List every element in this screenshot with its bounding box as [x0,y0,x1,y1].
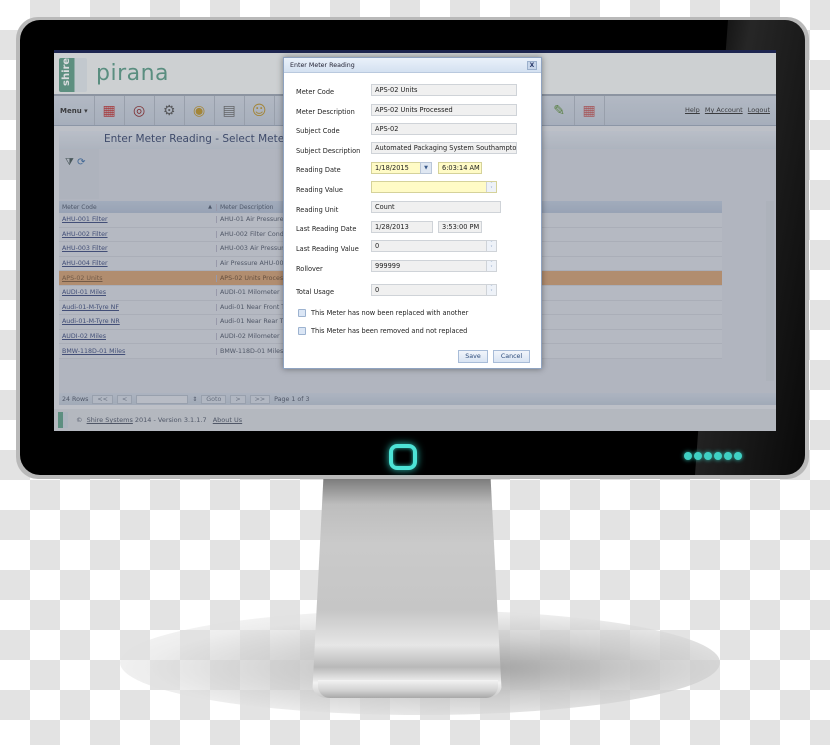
save-button[interactable]: Save [458,350,488,363]
last-reading-value-spinner[interactable]: ˄ ˅ [486,241,496,251]
last-reading-date-field: 1/28/2013 [371,221,433,233]
subject-description-label: Subject Description [296,147,361,155]
reading-unit-field: Count [371,201,501,213]
total-usage-field: 0 ˄ ˅ [371,284,497,296]
rollover-field: 999999 ˄ ˅ [371,260,497,272]
rollover-label: Rollover [296,265,323,273]
removed-checkbox-row[interactable]: This Meter has been removed and not repl… [298,327,467,335]
monitor-power-button[interactable] [389,444,417,470]
last-reading-value-field: 0 ˄ ˅ [371,240,497,252]
monitor-stand [312,478,502,698]
date-picker-dropdown-icon[interactable]: ▼ [420,162,432,174]
reading-value-spinner[interactable]: ˄ ˅ [486,182,496,192]
total-usage-text: 0 [375,286,380,294]
status-leds [684,452,742,460]
led-icon [704,452,712,460]
meter-description-label: Meter Description [296,108,355,116]
monitor-stand-base [318,680,498,698]
removed-checkbox[interactable] [298,327,306,335]
removed-checkbox-label: This Meter has been removed and not repl… [311,327,468,335]
led-icon [734,452,742,460]
meter-code-field: APS-02 Units [371,84,517,96]
total-usage-spinner[interactable]: ˄ ˅ [486,285,496,295]
led-icon [724,452,732,460]
close-icon[interactable]: X [527,61,537,70]
meter-description-field: APS-02 Units Processed [371,104,517,116]
rollover-spinner[interactable]: ˄ ˅ [486,261,496,271]
last-reading-time-field: 3:53:00 PM [438,221,482,233]
replaced-checkbox-row[interactable]: This Meter has now been replaced with an… [298,309,468,317]
reading-date-label: Reading Date [296,166,341,174]
last-reading-value-text: 0 [375,242,380,250]
last-reading-date-label: Last Reading Date [296,225,357,233]
dialog-title: Enter Meter Reading [290,62,355,69]
led-icon [714,452,722,460]
subject-code-field: APS-02 [371,123,517,135]
subject-description-field: Automated Packaging System Southamptor [371,142,517,154]
rollover-text: 999999 [375,262,401,270]
led-icon [694,452,702,460]
dialog-title-bar: Enter Meter Reading X [284,58,541,73]
led-icon [684,452,692,460]
last-reading-value-label: Last Reading Value [296,245,359,253]
replaced-checkbox-label: This Meter has now been replaced with an… [311,309,469,317]
replaced-checkbox[interactable] [298,309,306,317]
meter-code-label: Meter Code [296,88,335,96]
reading-time-input[interactable]: 6:03:14 AM [438,162,482,174]
cancel-button[interactable]: Cancel [493,350,530,363]
subject-code-label: Subject Code [296,127,340,135]
reading-value-label: Reading Value [296,186,343,194]
enter-meter-reading-dialog: Enter Meter Reading X Meter Code APS-02 … [283,57,542,369]
reading-date-input[interactable]: 1/18/2015 [371,162,421,174]
total-usage-label: Total Usage [296,288,335,296]
reading-unit-label: Reading Unit [296,206,339,214]
reading-value-input[interactable]: ˄ ˅ [371,181,497,193]
